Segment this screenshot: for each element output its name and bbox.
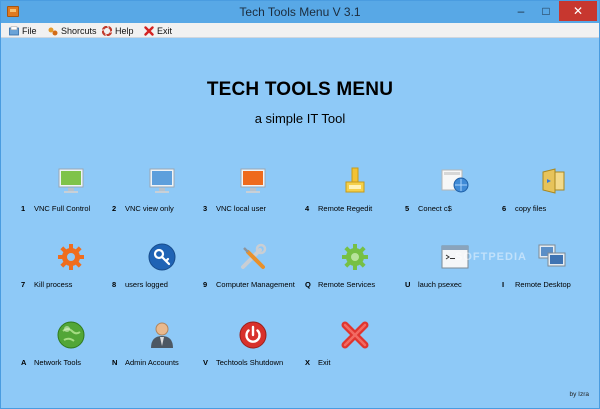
author-credit: by Izra: [569, 391, 589, 398]
shortcut-icon: [48, 26, 58, 36]
registry-icon: [340, 166, 370, 196]
tool-exit[interactable]: X Exit: [305, 320, 425, 380]
tool-label: lauch psexec: [418, 280, 462, 289]
close-button[interactable]: ✕: [559, 1, 597, 21]
page-title: TECH TOOLS MENU: [206, 79, 394, 100]
tool-label: Network Tools: [34, 358, 81, 367]
tools-icon: [238, 242, 268, 272]
tool-key: 9: [203, 280, 208, 289]
tool-key: Q: [305, 280, 311, 289]
tool-label: Admin Accounts: [125, 358, 179, 367]
menu-shortcuts-label: Shorcuts: [61, 25, 97, 36]
tool-label: VNC Full Control: [34, 204, 91, 213]
menu-file-label: File: [22, 25, 37, 36]
tool-key: 4: [305, 204, 310, 213]
tool-label: Exit: [318, 358, 331, 367]
tool-key: 1: [21, 204, 26, 213]
watermark: SOFTPEDIA: [455, 251, 527, 263]
tool-key: 3: [203, 204, 208, 213]
red-x-icon: [340, 320, 370, 350]
tool-label: Remote Services: [318, 280, 376, 289]
monitor-blue-icon: [147, 166, 177, 196]
tool-key: 2: [112, 204, 117, 213]
tool-label: Computer Management: [216, 280, 295, 289]
main-panel: TECH TOOLS MENU a simple IT Tool 1 VNC F…: [1, 39, 599, 408]
menu-bar: File Shorcuts Help Exit: [1, 23, 599, 38]
tool-label: Techtools Shutdown: [216, 358, 284, 367]
globe-icon: [56, 320, 86, 350]
tool-key: 5: [405, 204, 410, 213]
menu-file[interactable]: File: [9, 24, 37, 37]
tool-key: X: [305, 358, 311, 367]
tool-key: U: [405, 280, 411, 289]
tool-key: A: [21, 358, 27, 367]
tool-key: V: [203, 358, 209, 367]
menu-exit[interactable]: Exit: [144, 24, 172, 37]
monitor-orange-icon: [238, 166, 268, 196]
tool-key: I: [502, 280, 505, 289]
gear-green-icon: [340, 242, 370, 272]
tool-key: 6: [502, 204, 507, 213]
menu-help[interactable]: Help: [101, 24, 134, 37]
tool-key: 8: [112, 280, 117, 289]
tool-label: Conect c$: [418, 204, 452, 213]
monitor-green-icon: [56, 166, 86, 196]
tool-label: Kill process: [34, 280, 73, 289]
exit-x-icon: [144, 25, 154, 36]
tool-key: 7: [21, 280, 26, 289]
network-folder-icon: [440, 166, 470, 196]
tool-copy-files[interactable]: 6 copy files: [502, 166, 600, 226]
maximize-button[interactable]: □: [534, 1, 558, 21]
admin-user-icon: [147, 320, 177, 350]
remote-desktop-icon: [537, 242, 567, 272]
menu-exit-label: Exit: [157, 25, 173, 36]
menu-shortcuts[interactable]: Shorcuts: [48, 24, 97, 37]
tool-label: Remote Desktop: [515, 280, 571, 289]
menu-help-label: Help: [115, 25, 134, 36]
power-icon: [238, 320, 268, 350]
gear-orange-icon: [56, 242, 86, 272]
tool-label: VNC local user: [216, 204, 267, 213]
tool-key: N: [112, 358, 118, 367]
tool-label: VNC view only: [125, 204, 174, 213]
copy-files-icon: [537, 166, 567, 196]
app-window: Tech Tools Menu V 3.1 – □ ✕ File Shorcut…: [0, 0, 600, 409]
help-icon: [101, 25, 113, 36]
page-subtitle: a simple IT Tool: [254, 111, 346, 126]
tool-label: users logged: [125, 280, 168, 289]
tool-label: copy files: [515, 204, 547, 213]
folder-icon: [9, 26, 19, 36]
title-bar[interactable]: Tech Tools Menu V 3.1 – □ ✕: [1, 1, 599, 23]
minimize-button[interactable]: –: [509, 1, 533, 21]
key-icon: [147, 242, 177, 272]
tool-label: Remote Regedit: [318, 204, 373, 213]
